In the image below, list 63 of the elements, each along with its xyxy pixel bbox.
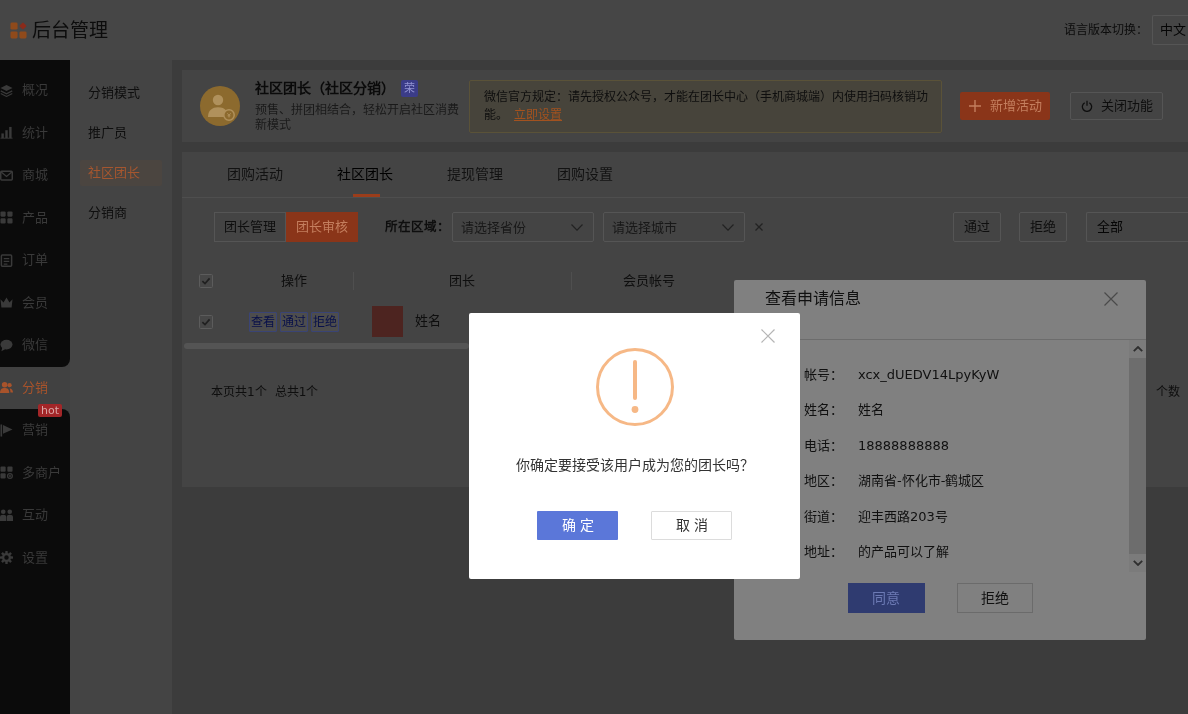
row-action-button[interactable]: 通过 xyxy=(280,311,308,332)
layers-icon xyxy=(0,83,13,97)
tab[interactable]: 社区团长 xyxy=(310,152,420,197)
field-label: 帐号： xyxy=(804,366,843,382)
warning-icon xyxy=(595,348,674,426)
add-activity-button[interactable]: 新增活动 xyxy=(960,92,1050,120)
checkbox[interactable] xyxy=(199,274,213,288)
app-title: 后台管理 xyxy=(32,18,108,42)
field-label: 街道： xyxy=(804,508,843,524)
power-icon xyxy=(1080,100,1093,112)
chevron-up-icon[interactable] xyxy=(1132,346,1143,352)
status-select[interactable]: 全部 xyxy=(1086,212,1188,242)
language-select[interactable]: 中文 xyxy=(1152,15,1188,45)
submenu-item[interactable]: 社区团长 xyxy=(80,160,162,186)
row-action-button[interactable]: 查看 xyxy=(249,311,277,332)
clipboard-icon xyxy=(0,253,13,267)
grid-icon xyxy=(0,211,13,225)
chevron-down-icon[interactable] xyxy=(1132,560,1143,566)
scrollbar[interactable] xyxy=(184,343,469,349)
logo-icon xyxy=(10,21,27,39)
close-icon[interactable] xyxy=(1104,292,1118,306)
scrollbar-thumb[interactable] xyxy=(1129,358,1146,554)
hot-badge: hot xyxy=(38,404,62,417)
settings-icon xyxy=(0,551,13,565)
agree-button[interactable]: 同意 xyxy=(847,583,925,613)
bar-chart-icon xyxy=(0,126,13,140)
flag-icon xyxy=(0,423,13,437)
scrollbar[interactable] xyxy=(1129,340,1146,572)
settings-link[interactable]: 立即设置 xyxy=(514,107,562,122)
cancel-button[interactable]: 取消 xyxy=(651,511,732,540)
confirm-button[interactable]: 确定 xyxy=(537,511,618,540)
field-value: xcx_dUEDV14LpyKyW xyxy=(858,365,1000,384)
clear-icon[interactable] xyxy=(755,223,763,231)
field-value: 迎丰西路203号 xyxy=(858,507,948,526)
field-value: 姓名 xyxy=(858,401,884,420)
close-icon[interactable] xyxy=(761,329,775,343)
field-value: 的产品可以了解 xyxy=(858,543,949,562)
confirm-message: 你确定要接受该用户成为您的团长吗？ xyxy=(515,456,754,475)
checkbox[interactable] xyxy=(199,314,213,329)
sidebar-item[interactable]: 分销 xyxy=(0,375,70,400)
photo-placeholder xyxy=(372,306,403,337)
tag-badge: 荣 xyxy=(401,80,418,97)
reject-button[interactable]: 拒绝 xyxy=(956,583,1033,613)
row-action-button[interactable]: 拒绝 xyxy=(311,311,339,332)
envelope-icon xyxy=(0,168,13,182)
field-label: 地区： xyxy=(804,473,843,489)
grid-plus-icon xyxy=(0,466,13,480)
field-label: 地址： xyxy=(804,544,843,560)
chevron-down-icon xyxy=(722,224,734,231)
field-value: 湖南省-怀化市-鹤城区 xyxy=(858,472,985,491)
plus-icon xyxy=(968,100,981,112)
view-toggle-button[interactable]: 团长审核 xyxy=(286,212,358,242)
field-label: 姓名： xyxy=(804,402,843,418)
person-icon xyxy=(200,86,240,126)
crown-icon xyxy=(0,296,13,310)
feature-title: 社区团长（社区分销） xyxy=(255,79,395,96)
field-label: 电话： xyxy=(804,437,843,453)
field-value: 18888888888 xyxy=(858,436,949,455)
chat-icon xyxy=(0,338,13,352)
chevron-down-icon xyxy=(571,224,583,231)
people-icon xyxy=(0,508,13,522)
dialog-title: 查看申请信息 xyxy=(765,288,861,310)
users-icon xyxy=(0,381,13,395)
